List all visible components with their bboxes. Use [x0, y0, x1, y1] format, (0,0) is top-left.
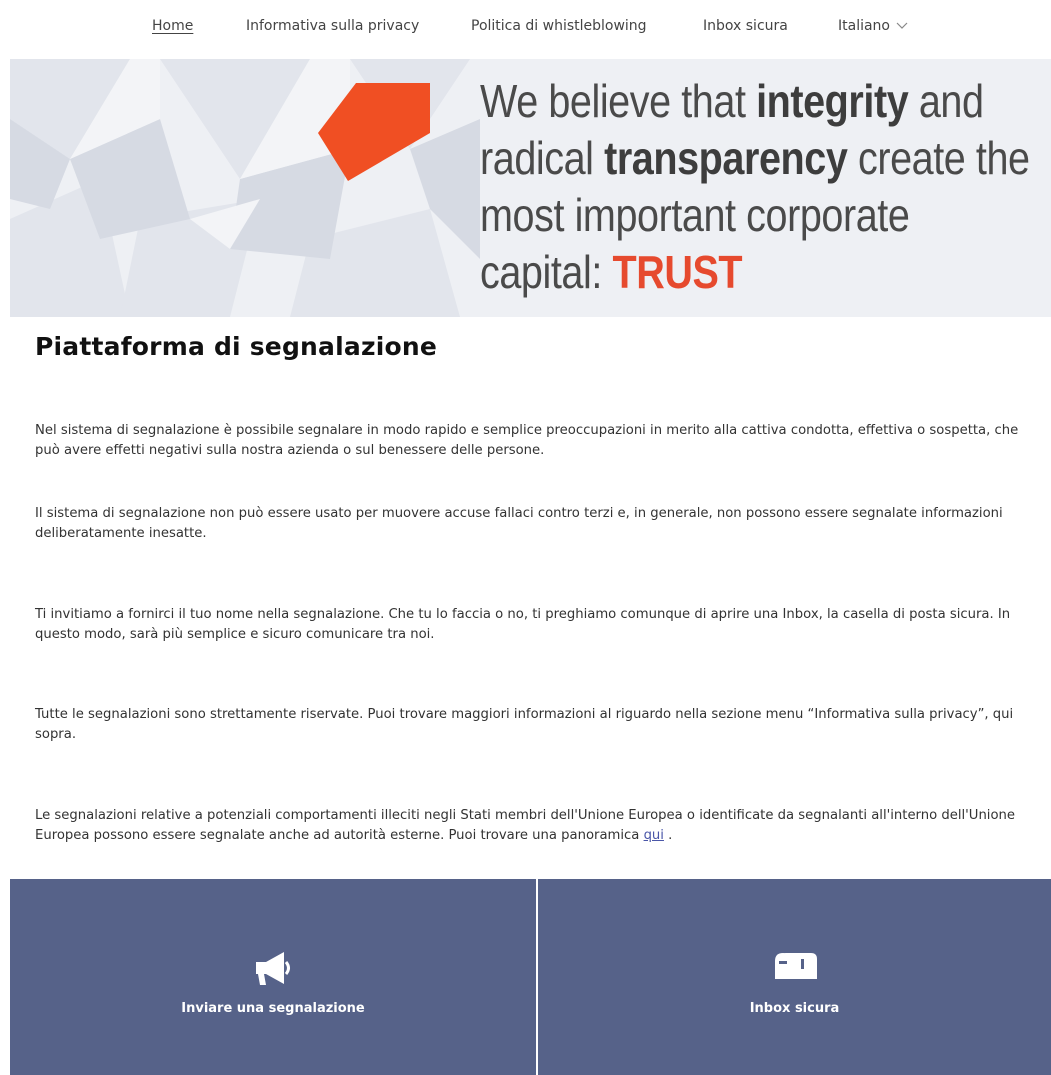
hero-banner: We believe that integrity and radical tr… — [10, 59, 1051, 317]
chevron-down-icon — [896, 18, 908, 34]
megaphone-icon — [252, 949, 294, 993]
privacy-paragraph: Tutte le segnalazioni sono strettamente … — [35, 707, 1014, 742]
overview-link[interactable]: qui — [644, 828, 664, 843]
send-report-label: Inviare una segnalazione — [181, 1001, 365, 1016]
misuse-paragraph: Il sistema di segnalazione non può esser… — [35, 506, 1003, 541]
top-navigation: Home Informativa sulla privacy Politica … — [0, 0, 1051, 58]
page-title: Piattaforma di segnalazione — [35, 332, 437, 361]
mailbox-icon — [771, 949, 819, 987]
intro-paragraph: Nel sistema di segnalazione è possibile … — [35, 423, 1019, 458]
nav-privacy-link[interactable]: Informativa sulla privacy — [246, 18, 419, 34]
inbox-paragraph: Ti invitiamo a fornirci il tuo nome nell… — [35, 607, 1011, 642]
nav-whistleblowing-link[interactable]: Politica di whistleblowing — [471, 18, 647, 34]
language-label: Italiano — [838, 18, 890, 34]
language-select[interactable]: Italiano — [838, 18, 908, 34]
eu-authorities-paragraph: Le segnalazioni relative a potenziali co… — [35, 808, 1016, 843]
hero-slogan: We believe that integrity and radical tr… — [480, 75, 1030, 298]
secure-inbox-tile[interactable]: Inbox sicura — [538, 879, 1051, 1075]
send-report-tile[interactable]: Inviare una segnalazione — [10, 879, 536, 1075]
secure-inbox-label: Inbox sicura — [749, 1001, 840, 1016]
nav-inbox-link[interactable]: Inbox sicura — [703, 18, 788, 34]
nav-home-link[interactable]: Home — [152, 18, 193, 34]
